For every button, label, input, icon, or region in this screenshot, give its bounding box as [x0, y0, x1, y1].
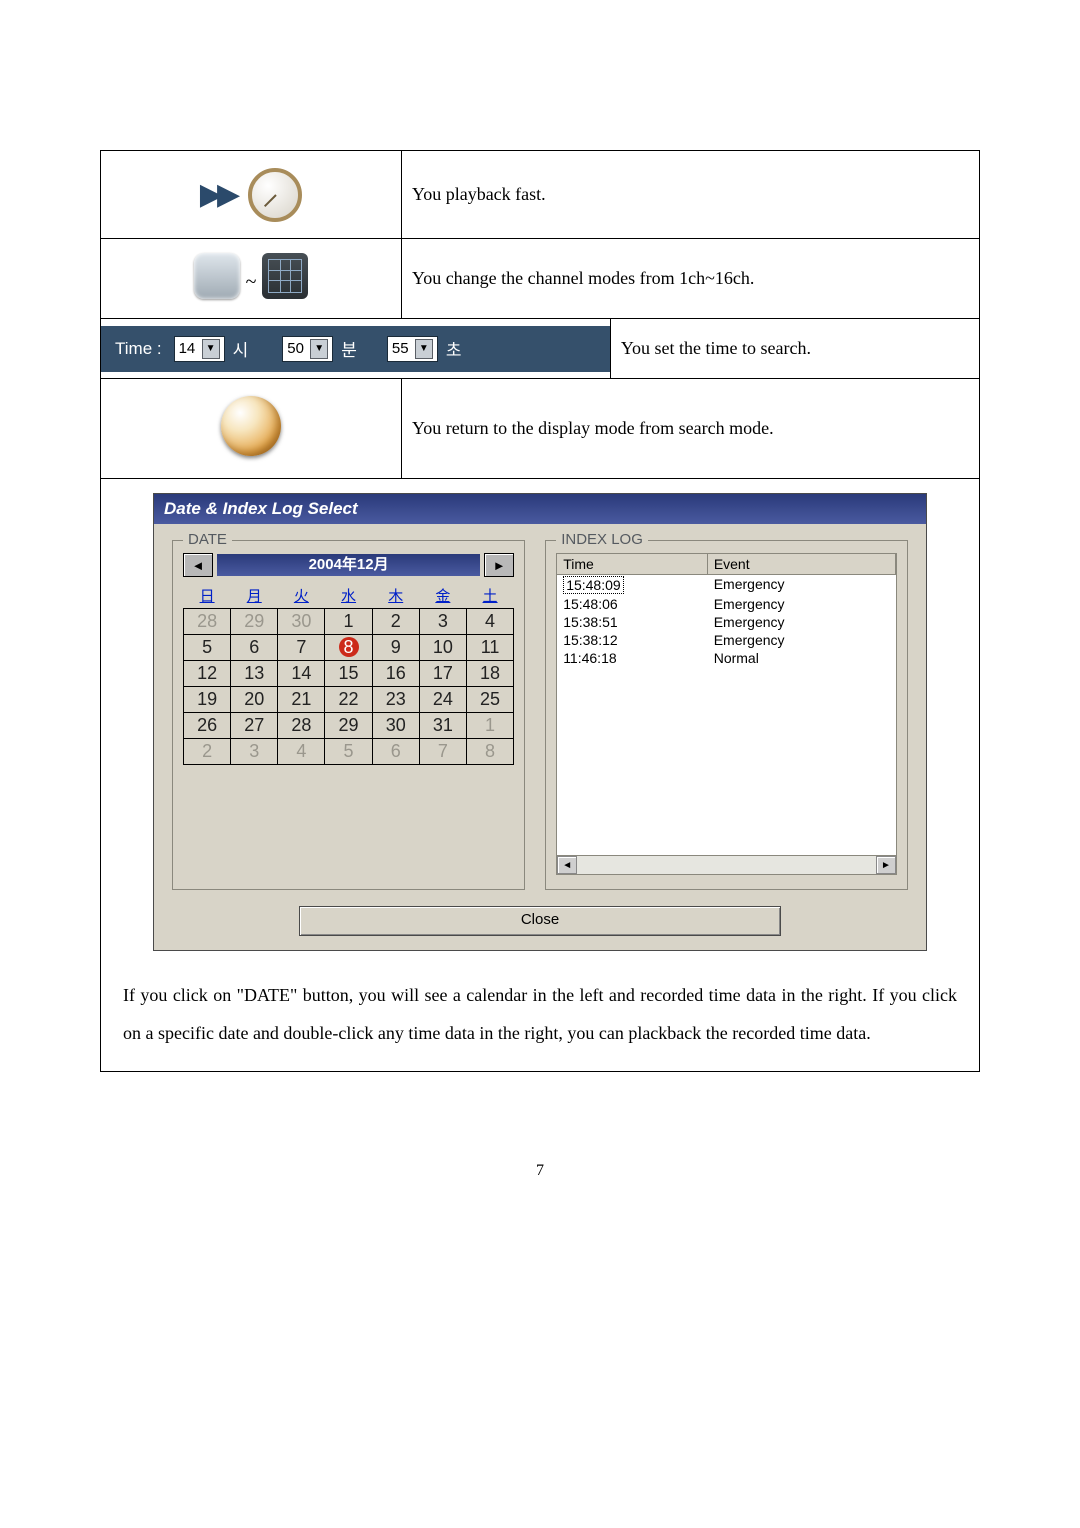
calendar-day[interactable]: 11 — [466, 635, 513, 661]
calendar-day[interactable]: 14 — [278, 661, 325, 687]
dialog-title: Date & Index Log Select — [154, 494, 926, 524]
log-row[interactable]: 15:38:12Emergency — [557, 631, 896, 649]
calendar-day[interactable]: 31 — [419, 713, 466, 739]
hour-unit: 시 — [233, 336, 249, 361]
calendar-day[interactable]: 27 — [231, 713, 278, 739]
calendar-day[interactable]: 29 — [231, 609, 278, 635]
page-number: 7 — [100, 1162, 980, 1180]
calendar-day[interactable]: 22 — [325, 687, 372, 713]
channel-mode-cell: ~ — [101, 239, 402, 319]
calendar-next-button[interactable]: ► — [484, 553, 514, 577]
time-desc: You set the time to search. — [610, 319, 979, 379]
return-button-cell — [101, 379, 402, 479]
time-bar: Time : 14 ▼ 시 50 ▼ 분 55 ▼ — [101, 326, 610, 372]
log-row[interactable]: 15:48:09Emergency — [557, 575, 896, 595]
calendar-day[interactable]: 4 — [466, 609, 513, 635]
calendar-day[interactable]: 7 — [278, 635, 325, 661]
second-select[interactable]: 55 ▼ — [387, 336, 438, 362]
calendar-day[interactable]: 20 — [231, 687, 278, 713]
calendar-day[interactable]: 28 — [278, 713, 325, 739]
calendar-title: 2004年12月 — [217, 554, 480, 576]
calendar-day[interactable]: 24 — [419, 687, 466, 713]
calendar-day[interactable]: 5 — [184, 635, 231, 661]
calendar-day[interactable]: 1 — [466, 713, 513, 739]
calendar-day[interactable]: 5 — [325, 739, 372, 765]
calendar-day[interactable]: 21 — [278, 687, 325, 713]
channel-mode-desc: You change the channel modes from 1ch~16… — [402, 239, 980, 319]
calendar-day[interactable]: 2 — [184, 739, 231, 765]
calendar-day[interactable]: 10 — [419, 635, 466, 661]
second-unit: 초 — [446, 336, 462, 361]
calendar-day[interactable]: 8 — [325, 635, 372, 661]
calendar-day[interactable]: 28 — [184, 609, 231, 635]
calendar[interactable]: 日月火水木金土 28293012345678910111213141516171… — [183, 583, 514, 765]
calendar-day[interactable]: 29 — [325, 713, 372, 739]
chevron-down-icon[interactable]: ▼ — [202, 339, 220, 359]
log-horizontal-scrollbar[interactable]: ◄ ► — [557, 855, 896, 874]
calendar-day[interactable]: 30 — [372, 713, 419, 739]
chevron-down-icon[interactable]: ▼ — [310, 339, 328, 359]
index-log-list[interactable]: Time Event 15:48:09Emergency15:48:06Emer… — [556, 553, 897, 875]
hour-select[interactable]: 14 ▼ — [174, 336, 225, 362]
calendar-day[interactable]: 4 — [278, 739, 325, 765]
calendar-day[interactable]: 9 — [372, 635, 419, 661]
calendar-day[interactable]: 17 — [419, 661, 466, 687]
calendar-dow: 木 — [372, 583, 419, 609]
calendar-day[interactable]: 23 — [372, 687, 419, 713]
date-groupbox: DATE ◄ 2004年12月 ► 日月火水木金土 28293012345678… — [172, 540, 525, 890]
single-channel-icon[interactable] — [194, 253, 240, 299]
minute-select[interactable]: 50 ▼ — [282, 336, 333, 362]
close-button[interactable]: Close — [299, 906, 781, 936]
date-index-dialog: Date & Index Log Select DATE ◄ 2004年12月 … — [153, 493, 927, 951]
calendar-dow: 月 — [231, 583, 278, 609]
caption-text: If you click on "DATE" button, you will … — [111, 977, 969, 1063]
clock-icon — [248, 168, 302, 222]
calendar-day[interactable]: 6 — [372, 739, 419, 765]
calendar-day[interactable]: 12 — [184, 661, 231, 687]
calendar-day[interactable]: 15 — [325, 661, 372, 687]
fast-forward-icon[interactable]: ▶▶ — [200, 177, 234, 212]
calendar-day[interactable]: 13 — [231, 661, 278, 687]
calendar-dow: 日 — [184, 583, 231, 609]
calendar-day[interactable]: 6 — [231, 635, 278, 661]
tilde-icon: ~ — [246, 271, 257, 294]
log-row[interactable]: 15:38:51Emergency — [557, 613, 896, 631]
calendar-day[interactable]: 1 — [325, 609, 372, 635]
calendar-day[interactable]: 8 — [466, 739, 513, 765]
calendar-day[interactable]: 26 — [184, 713, 231, 739]
log-col-time[interactable]: Time — [557, 554, 708, 575]
calendar-dow: 金 — [419, 583, 466, 609]
chevron-down-icon[interactable]: ▼ — [415, 339, 433, 359]
calendar-prev-button[interactable]: ◄ — [183, 553, 213, 577]
indexlog-groupbox: INDEX LOG Time Event 15:48:09Emergency15… — [545, 540, 908, 890]
log-row[interactable]: 11:46:18Normal — [557, 649, 896, 667]
scroll-right-icon[interactable]: ► — [876, 856, 896, 874]
log-row[interactable]: 15:48:06Emergency — [557, 595, 896, 613]
multi-channel-icon[interactable] — [262, 253, 308, 299]
indexlog-group-label: INDEX LOG — [556, 531, 648, 548]
calendar-day[interactable]: 18 — [466, 661, 513, 687]
calendar-day[interactable]: 7 — [419, 739, 466, 765]
calendar-dow: 水 — [325, 583, 372, 609]
calendar-day[interactable]: 2 — [372, 609, 419, 635]
calendar-day[interactable]: 19 — [184, 687, 231, 713]
calendar-day[interactable]: 16 — [372, 661, 419, 687]
scroll-left-icon[interactable]: ◄ — [557, 856, 577, 874]
fast-playback-cell: ▶▶ — [101, 151, 402, 239]
log-col-event[interactable]: Event — [708, 554, 896, 575]
fast-playback-desc: You playback fast. — [402, 151, 980, 239]
calendar-day[interactable]: 3 — [231, 739, 278, 765]
calendar-dow: 土 — [466, 583, 513, 609]
calendar-dow: 火 — [278, 583, 325, 609]
date-group-label: DATE — [183, 531, 232, 548]
controls-table: ▶▶ You playback fast. ~ You change the c… — [100, 150, 980, 1072]
return-desc: You return to the display mode from sear… — [402, 379, 980, 479]
time-label: Time : — [115, 339, 162, 359]
calendar-day[interactable]: 25 — [466, 687, 513, 713]
calendar-day[interactable]: 3 — [419, 609, 466, 635]
return-orb-icon[interactable] — [221, 396, 281, 456]
calendar-day[interactable]: 30 — [278, 609, 325, 635]
minute-unit: 분 — [341, 336, 357, 361]
